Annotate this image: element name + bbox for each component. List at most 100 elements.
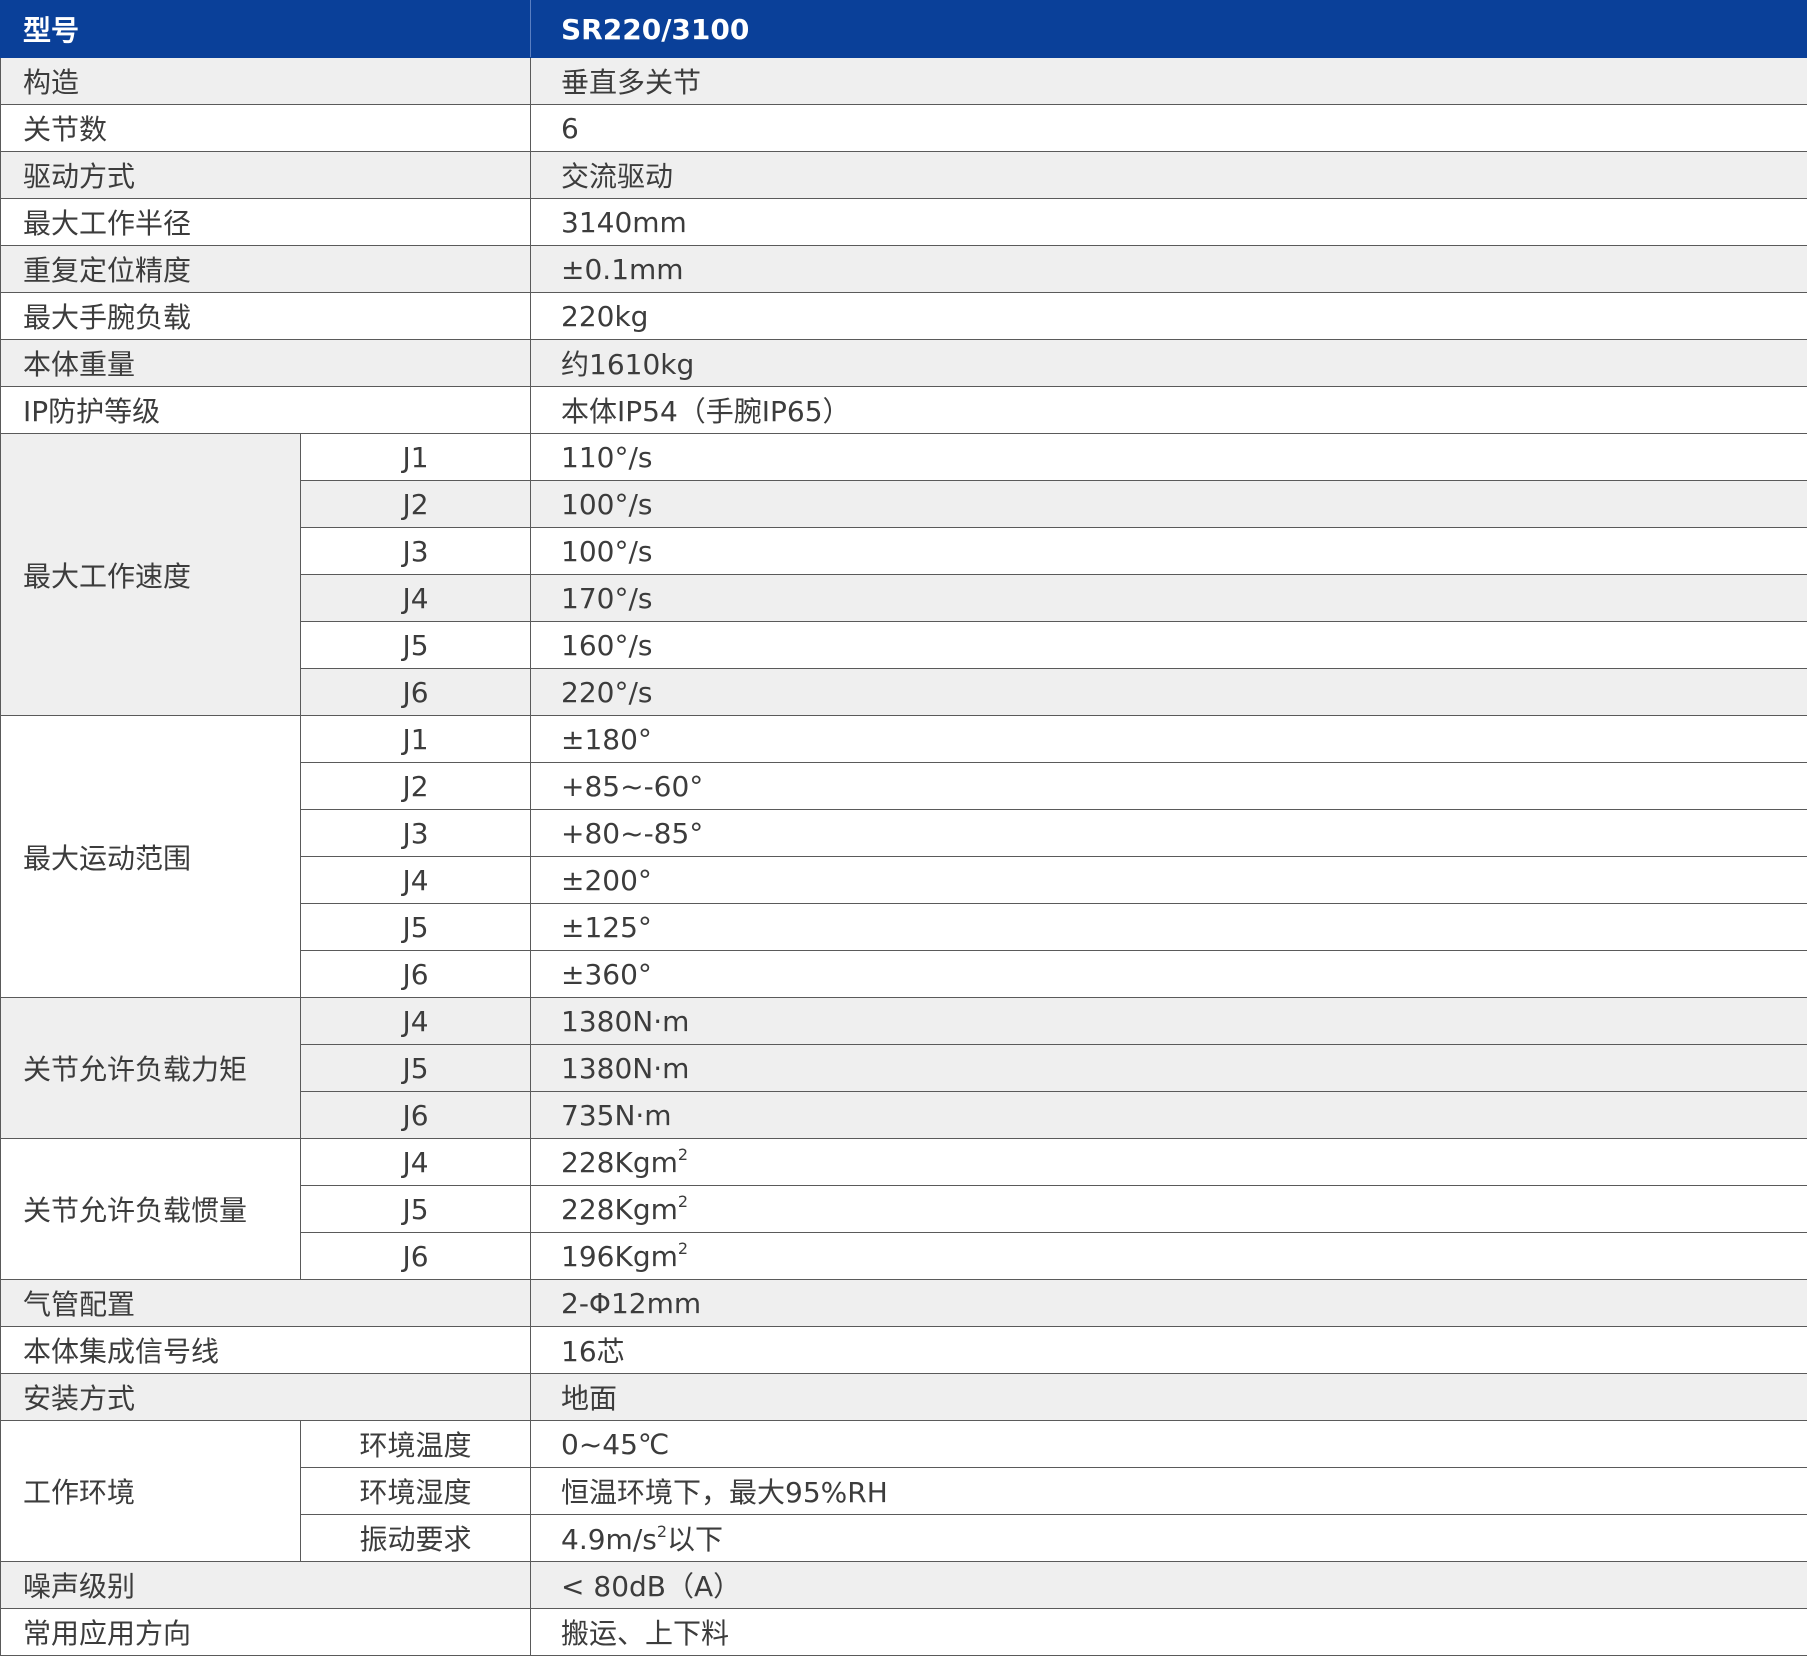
row-label: 重复定位精度 [0,245,532,293]
env-item-value: 0~45℃ [530,1420,1807,1468]
row-label: 关节数 [0,104,532,152]
row-value: 搬运、上下料 [530,1608,1807,1656]
env-item-label: 环境湿度 [299,1467,532,1515]
table-row: 常用应用方向 搬运、上下料 [0,1608,1807,1656]
row-value: 本体IP54（手腕IP65） [530,386,1807,434]
inertia-value: 228Kgm [561,1193,678,1226]
superscript-2: 2 [677,1145,689,1164]
group-label-torque: 关节允许负载力矩 [0,997,301,1139]
table-row: 安装方式 地面 [0,1373,1807,1421]
group-label-motion-range: 最大运动范围 [0,715,301,998]
row-value: 16芯 [530,1326,1807,1374]
joint-label: J5 [299,1185,532,1233]
inertia-value: 196Kgm [561,1240,678,1273]
joint-label: J4 [299,1138,532,1186]
joint-value: +80~-85° [530,809,1807,857]
table-row: 噪声级别 < 80dB（A） [0,1561,1807,1609]
vibration-value: 4.9m/s [561,1523,657,1556]
group-label-inertia: 关节允许负载惯量 [0,1138,301,1280]
row-label: 气管配置 [0,1279,532,1327]
table-header-row: 型号 SR220/3100 [0,0,1807,58]
joint-value: +85~-60° [530,762,1807,810]
row-label: 本体重量 [0,339,532,387]
joint-label: J1 [299,433,532,481]
row-value: 地面 [530,1373,1807,1421]
joint-label: J6 [299,668,532,716]
joint-label: J4 [299,574,532,622]
joint-label: J5 [299,903,532,951]
row-value: 3140mm [530,198,1807,246]
spec-table: 型号 SR220/3100 构造 垂直多关节 关节数 6 驱动方式 交流驱动 最… [0,0,1807,1656]
joint-value: ±180° [530,715,1807,763]
row-label: 常用应用方向 [0,1608,532,1656]
group-label-max-speed: 最大工作速度 [0,433,301,716]
joint-value: 735N·m [530,1091,1807,1139]
superscript-2: 2 [677,1239,689,1258]
table-row: 本体重量 约1610kg [0,339,1807,387]
joint-value: 110°/s [530,433,1807,481]
joint-label: J3 [299,527,532,575]
joint-label: J1 [299,715,532,763]
joint-label: J2 [299,762,532,810]
row-value: < 80dB（A） [530,1561,1807,1609]
joint-value: 1380N·m [530,997,1807,1045]
joint-value: ±200° [530,856,1807,904]
row-label: 本体集成信号线 [0,1326,532,1374]
env-item-value: 4.9m/s2以下 [530,1514,1807,1562]
joint-label: J6 [299,1091,532,1139]
table-row: 重复定位精度 ±0.1mm [0,245,1807,293]
env-item-label: 环境温度 [299,1420,532,1468]
row-label: IP防护等级 [0,386,532,434]
table-row: 工作环境 环境温度 0~45℃ [0,1420,1807,1562]
joint-label: J4 [299,997,532,1045]
row-value: ±0.1mm [530,245,1807,293]
joint-value: 228Kgm2 [530,1185,1807,1233]
table-row: 关节允许负载惯量 J4 228Kgm2 [0,1138,1807,1280]
inertia-value: 228Kgm [561,1146,678,1179]
joint-value: 220°/s [530,668,1807,716]
joint-value: 196Kgm2 [530,1232,1807,1280]
joint-label: J3 [299,809,532,857]
row-value: 2-Φ12mm [530,1279,1807,1327]
row-value: 垂直多关节 [530,57,1807,105]
joint-value: 160°/s [530,621,1807,669]
row-value: 约1610kg [530,339,1807,387]
joint-label: J6 [299,950,532,998]
joint-value: 100°/s [530,527,1807,575]
joint-label: J6 [299,1232,532,1280]
row-value: 6 [530,104,1807,152]
row-label: 驱动方式 [0,151,532,199]
row-label: 最大工作半径 [0,198,532,246]
superscript-2: 2 [677,1192,689,1211]
table-row: 最大运动范围 J1 ±180° [0,715,1807,998]
row-value: 220kg [530,292,1807,340]
row-label: 构造 [0,57,532,105]
row-value: 交流驱动 [530,151,1807,199]
table-row: 最大工作半径 3140mm [0,198,1807,246]
table-row: 构造 垂直多关节 [0,57,1807,105]
joint-value: 228Kgm2 [530,1138,1807,1186]
joint-value: ±125° [530,903,1807,951]
env-item-label: 振动要求 [299,1514,532,1562]
joint-label: J5 [299,621,532,669]
table-row: 关节允许负载力矩 J4 1380N·m [0,997,1807,1139]
vibration-suffix: 以下 [667,1523,724,1556]
joint-label: J5 [299,1044,532,1092]
joint-label: J4 [299,856,532,904]
joint-label: J2 [299,480,532,528]
header-label: 型号 [0,0,532,58]
table-row: IP防护等级 本体IP54（手腕IP65） [0,386,1807,434]
table-row: 驱动方式 交流驱动 [0,151,1807,199]
superscript-2: 2 [656,1522,668,1541]
table-row: 最大手腕负载 220kg [0,292,1807,340]
row-label: 最大手腕负载 [0,292,532,340]
row-label: 安装方式 [0,1373,532,1421]
table-row: 本体集成信号线 16芯 [0,1326,1807,1374]
joint-value: 100°/s [530,480,1807,528]
joint-value: ±360° [530,950,1807,998]
table-row: 气管配置 2-Φ12mm [0,1279,1807,1327]
table-row: 最大工作速度 J1 110°/s [0,433,1807,716]
env-item-value: 恒温环境下，最大95%RH [530,1467,1807,1515]
table-row: 关节数 6 [0,104,1807,152]
header-model: SR220/3100 [530,0,1807,58]
